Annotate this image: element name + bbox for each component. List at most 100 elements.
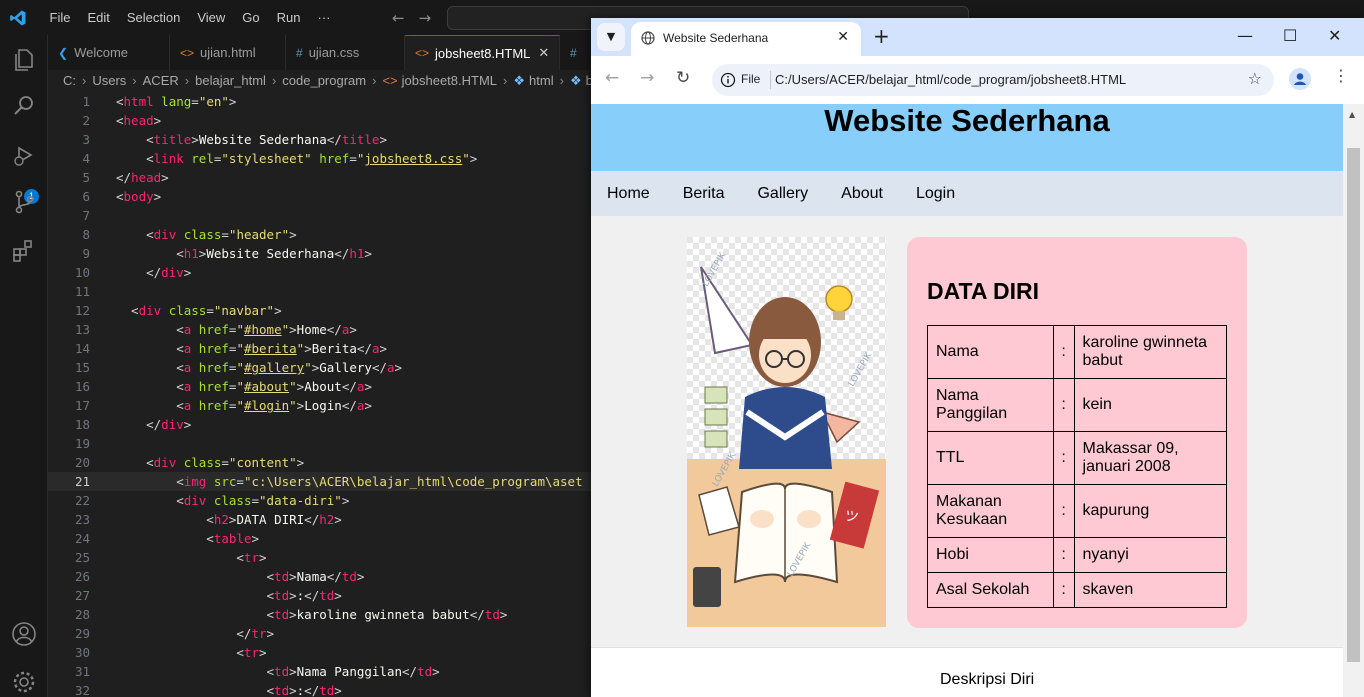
- menu-view[interactable]: View: [189, 10, 234, 25]
- more-vertical-icon[interactable]: ⋮: [1333, 66, 1349, 85]
- reload-icon[interactable]: ↻: [676, 68, 690, 88]
- new-tab-plus-icon[interactable]: +: [873, 24, 890, 48]
- tab-ujian-html[interactable]: <> ujian.html: [170, 35, 286, 70]
- tab-label: ujian.html: [200, 45, 256, 60]
- description-heading: Deskripsi Diri: [940, 671, 1035, 688]
- row-label: Nama Panggilan: [927, 378, 1054, 432]
- html-file-icon: <>: [415, 46, 430, 60]
- browser-tab[interactable]: Website Sederhana ✕: [631, 22, 861, 56]
- chevron-right-icon: ›: [184, 73, 190, 88]
- chevron-right-icon: ›: [372, 73, 377, 88]
- forward-arrow-icon[interactable]: →: [640, 68, 654, 88]
- close-icon[interactable]: ✕: [538, 45, 549, 61]
- vscode-nav-arrows[interactable]: ←→: [392, 9, 445, 27]
- row-value: kapurung: [1073, 484, 1228, 538]
- back-arrow-icon[interactable]: ←: [605, 68, 619, 88]
- chrome-frame: ▼ Website Sederhana ✕ + — ☐ ✕ ← → ↻ File…: [591, 18, 1364, 104]
- menu-selection[interactable]: Selection: [118, 10, 188, 25]
- nav-login-link[interactable]: Login: [916, 185, 955, 203]
- scroll-up-arrow-icon[interactable]: ▲: [1349, 110, 1355, 119]
- code-line: 18 </div>: [74, 417, 192, 432]
- row-separator: :: [1052, 537, 1075, 573]
- account-icon[interactable]: [10, 620, 38, 648]
- breadcrumb-item[interactable]: jobsheet8.HTML: [402, 73, 497, 88]
- row-label: Hobi: [927, 537, 1054, 573]
- row-label: TTL: [927, 431, 1054, 485]
- breadcrumb-item[interactable]: ACER: [143, 73, 179, 88]
- nav-home-link[interactable]: Home: [607, 185, 650, 203]
- chevron-right-icon: ›: [82, 73, 87, 88]
- menu-bar: File Edit Selection View Go Run ···: [41, 0, 339, 35]
- table-row: Makanan Kesukaan : kapurung: [927, 484, 1228, 538]
- tab-ujian-css[interactable]: # ujian.css: [286, 35, 405, 70]
- breadcrumb-item[interactable]: C:: [63, 73, 76, 88]
- nav-gallery-link[interactable]: Gallery: [757, 185, 808, 203]
- code-line: 27 <td>:</td>: [74, 588, 342, 603]
- chevron-right-icon: ›: [559, 73, 564, 88]
- menu-file[interactable]: File: [41, 10, 79, 25]
- vscode-logo-icon: [10, 10, 26, 26]
- code-editor[interactable]: 1 <html lang="en"> 2 <head> 3 <title>Websi…: [48, 92, 608, 697]
- back-arrow-icon[interactable]: ←: [392, 9, 419, 27]
- code-line: 8 <div class="header">: [82, 227, 297, 242]
- nav-about-link[interactable]: About: [841, 185, 883, 203]
- page-viewport: Website Sederhana Home Berita Gallery Ab…: [591, 104, 1343, 697]
- run-debug-icon[interactable]: [10, 141, 38, 169]
- code-line: 24 <table>: [74, 531, 260, 546]
- row-label: Nama: [927, 325, 1054, 379]
- nav-berita-link[interactable]: Berita: [683, 185, 725, 203]
- css-file-icon: #: [570, 45, 577, 60]
- profile-avatar-icon[interactable]: [1289, 68, 1311, 90]
- code-line: 29 </tr>: [74, 626, 275, 641]
- vscode-icon: ❮: [58, 45, 69, 60]
- menu-edit[interactable]: Edit: [79, 10, 118, 25]
- element-cube-icon: ❖: [569, 73, 582, 88]
- address-bar[interactable]: File C:/Users/ACER/belajar_html/code_pro…: [712, 64, 1274, 96]
- menu-run[interactable]: Run: [268, 10, 309, 25]
- row-value: kein: [1073, 378, 1228, 432]
- bookmark-star-icon[interactable]: ☆: [1248, 69, 1262, 88]
- settings-gear-icon[interactable]: [10, 668, 38, 696]
- extensions-icon[interactable]: [10, 237, 38, 265]
- source-control-icon[interactable]: [10, 188, 38, 216]
- css-file-icon: #: [296, 45, 303, 60]
- code-line: 32 <td>:</td>: [74, 683, 342, 697]
- element-cube-icon: ❖: [513, 73, 526, 88]
- page-scrollbar[interactable]: ▲: [1343, 104, 1364, 697]
- code-line: 19: [74, 436, 90, 451]
- info-icon[interactable]: [720, 72, 736, 88]
- globe-icon: [641, 31, 655, 45]
- breadcrumb-item[interactable]: Users: [92, 73, 126, 88]
- forward-arrow-icon[interactable]: →: [419, 9, 446, 27]
- search-icon[interactable]: [10, 92, 38, 120]
- scheme-chip[interactable]: File: [741, 72, 760, 86]
- minimize-icon[interactable]: —: [1237, 26, 1253, 45]
- maximize-icon[interactable]: ☐: [1283, 26, 1297, 45]
- code-line: 5 </head>: [82, 170, 169, 185]
- tab-search-chevron-down-icon[interactable]: ▼: [597, 23, 625, 51]
- scrollbar-thumb[interactable]: [1347, 148, 1360, 662]
- row-separator: :: [1052, 484, 1075, 538]
- close-tab-icon[interactable]: ✕: [837, 29, 849, 45]
- menu-go[interactable]: Go: [234, 10, 268, 25]
- tab-jobsheet8-html[interactable]: <> jobsheet8.HTML ✕: [405, 35, 560, 70]
- breadcrumb-item[interactable]: code_program: [282, 73, 366, 88]
- menu-more[interactable]: ···: [309, 10, 339, 25]
- site-title: Website Sederhana: [824, 104, 1110, 138]
- code-line: 15 <a href="#gallery">Gallery</a>: [74, 360, 403, 375]
- table-row: Nama Panggilan : kein: [927, 378, 1228, 432]
- code-line: 10 </div>: [74, 265, 192, 280]
- breadcrumb-item[interactable]: html: [529, 73, 554, 88]
- browser-toolbar: ← → ↻ File C:/Users/ACER/belajar_html/co…: [591, 56, 1364, 104]
- explorer-icon[interactable]: [10, 45, 38, 73]
- code-line: 14 <a href="#berita">Berita</a>: [74, 341, 387, 356]
- tab-welcome[interactable]: ❮ Welcome: [48, 35, 170, 70]
- close-window-icon[interactable]: ✕: [1328, 26, 1341, 45]
- code-line: 22 <div class="data-diri">: [74, 493, 350, 508]
- row-separator: :: [1052, 378, 1075, 432]
- breadcrumb-item[interactable]: belajar_html: [195, 73, 266, 88]
- divider: [770, 71, 771, 89]
- data-diri-card: DATA DIRI Nama : karoline gwinneta babut…: [907, 237, 1247, 628]
- url-text[interactable]: C:/Users/ACER/belajar_html/code_program/…: [775, 72, 1126, 87]
- code-line: 25 <tr>: [74, 550, 267, 565]
